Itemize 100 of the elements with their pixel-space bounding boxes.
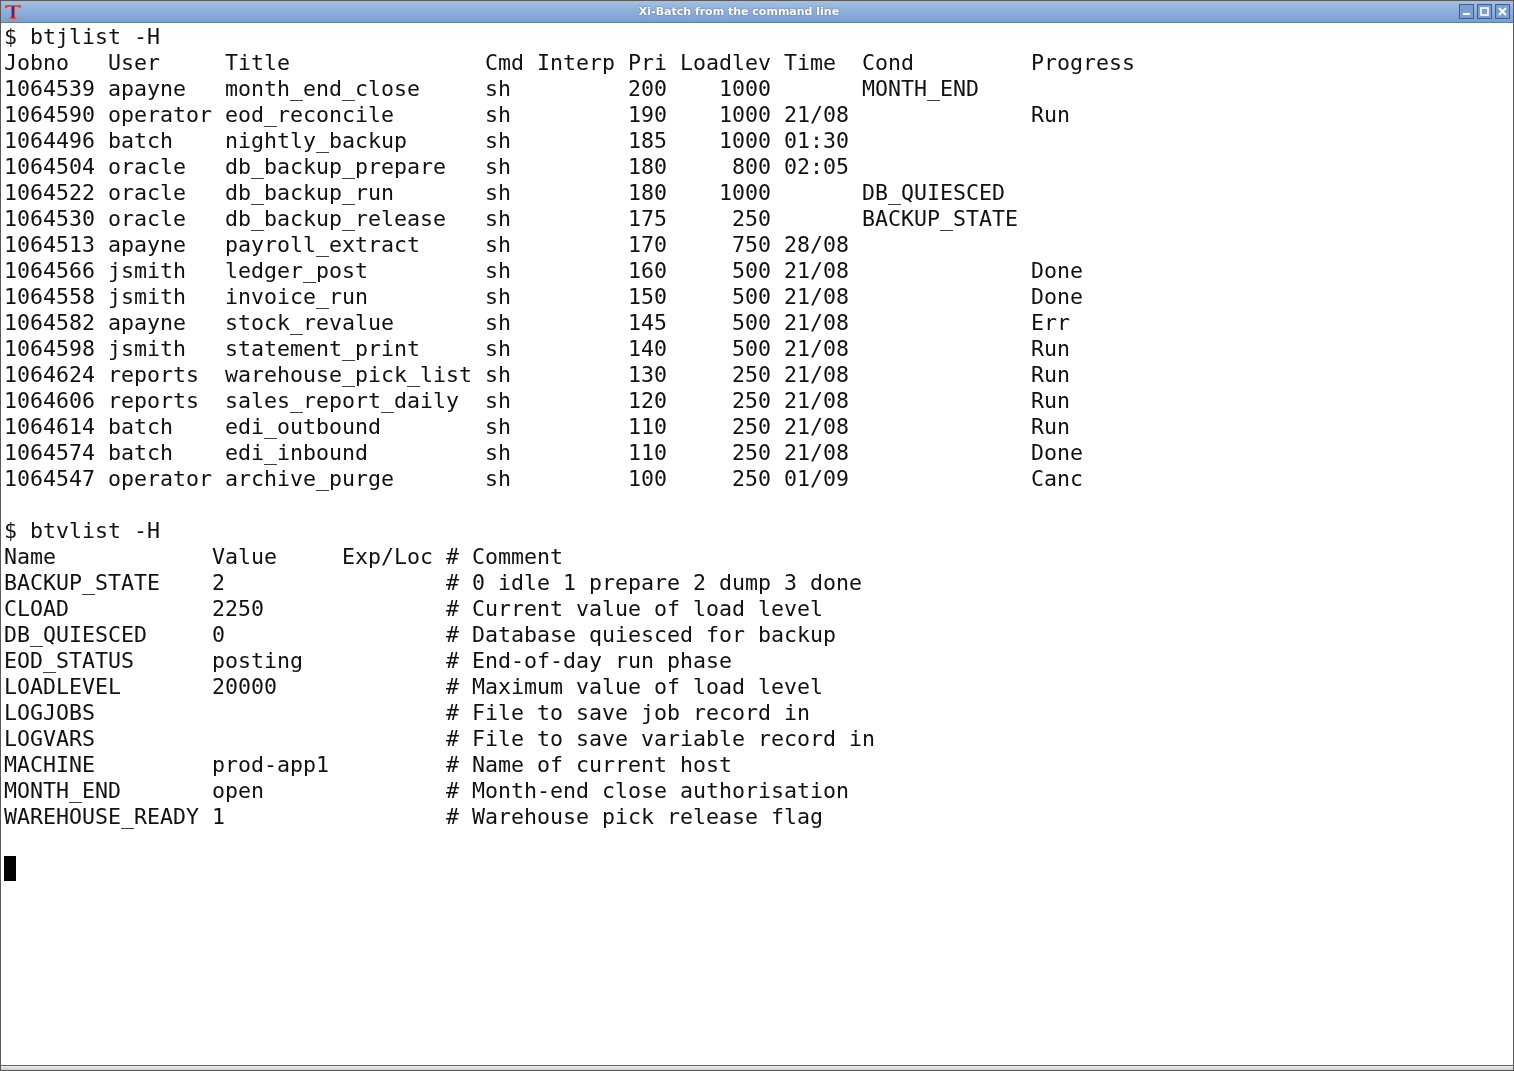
table-cell-text: nightly_backup [225,128,408,154]
table-cell-text: 250 [731,414,772,440]
column-header: Progress [1031,50,1135,76]
table-cell-text: sh [485,154,512,180]
table-cell-text: 250 [731,362,772,388]
table-cell-text: 1000 [718,128,772,154]
table-cell-text: sh [485,362,512,388]
table-cell-text: 140 [628,336,668,362]
table-cell: Run [1031,336,1070,362]
table-cell-text: sh [485,206,512,232]
table-cell-text: 1064598 [4,336,96,362]
table-cell-text: 180 [628,154,668,180]
table-cell-text: 20000 [212,674,278,700]
table-cell-text: 180 [628,180,668,206]
table-cell-text: sh [485,284,512,310]
table-cell-text: 21/08 [784,310,850,336]
table-cell: # Warehouse pick release flag [446,804,823,830]
table-cell-text: 750 [731,232,772,258]
table-cell-text: db_backup_prepare [225,154,447,180]
table-cell: Done [1031,440,1083,466]
text-cursor [4,856,16,881]
table-cell-text: 1064547 [4,466,96,492]
table-cell-text: 21/08 [784,362,850,388]
maximize-button[interactable] [1477,4,1492,19]
table-cell-text: posting [212,648,304,674]
table-cell: Run [1031,102,1070,128]
column-header: # Comment [446,544,563,570]
close-button[interactable] [1495,4,1510,19]
table-cell-text: sh [485,336,512,362]
table-cell-text: sales_report_daily [225,388,460,414]
table-cell-text: 01:30 [784,128,850,154]
table-cell: Err [1031,310,1070,336]
maximize-icon [1480,7,1489,16]
table-cell-text: open [212,778,265,804]
table-cell-text: 02:05 [784,154,850,180]
table-cell-text: 500 [731,336,772,362]
table-cell-text: 120 [628,388,668,414]
table-cell: # File to save variable record in [446,726,876,752]
table-cell: # Name of current host [446,752,732,778]
table-cell-text: apayne [108,232,187,258]
table-cell-text: sh [485,128,512,154]
table-cell-text: LOGJOBS [4,700,96,726]
table-cell-text: apayne [108,310,187,336]
table-cell-text: ledger_post [225,258,369,284]
command-line: $ btjlist -H [4,24,160,50]
table-cell-text: 800 [731,154,772,180]
table-cell-text: 200 [628,76,668,102]
table-cell-text: edi_outbound [225,414,382,440]
table-cell-text: EOD_STATUS [4,648,135,674]
table-cell-text: 1064582 [4,310,96,336]
table-cell-text: 1064496 [4,128,96,154]
table-cell-text: 500 [731,258,772,284]
app-logo-icon [4,3,22,20]
table-cell-text: month_end_close [225,76,421,102]
table-cell-text: 21/08 [784,258,850,284]
table-cell: # Database quiesced for backup [446,622,837,648]
table-cell-text: 21/08 [784,414,850,440]
table-cell: # Month-end close authorisation [446,778,850,804]
table-cell-text: prod-app1 [212,752,330,778]
table-cell-text: MONTH_END [862,76,980,102]
table-cell-text: 1064606 [4,388,96,414]
table-cell-text: sh [485,180,512,206]
table-cell-text: 190 [628,102,668,128]
table-cell-text: oracle [108,180,187,206]
table-cell-text: sh [485,76,512,102]
table-cell: Run [1031,388,1070,414]
table-cell-text: oracle [108,206,187,232]
table-cell-text: 1064513 [4,232,96,258]
table-cell-text: db_backup_run [225,180,395,206]
table-cell-text: 1000 [718,180,772,206]
table-cell-text: jsmith [108,258,187,284]
table-cell-text: 150 [628,284,668,310]
table-cell-text: BACKUP_STATE [4,570,161,596]
table-cell-text: 170 [628,232,668,258]
table-cell-text: 1064566 [4,258,96,284]
table-cell-text: 2 [212,570,226,596]
table-cell-text: invoice_run [225,284,369,310]
table-cell-text: 250 [731,466,772,492]
minimize-button[interactable] [1459,4,1474,19]
table-cell-text: 250 [731,206,772,232]
table-cell-text: apayne [108,76,187,102]
table-cell: Done [1031,258,1083,284]
table-cell-text: sh [485,102,512,128]
table-cell-text: archive_purge [225,466,395,492]
table-cell-text: batch [108,440,174,466]
table-cell-text: 21/08 [784,336,850,362]
table-cell-text: sh [485,466,512,492]
table-cell-text: 1 [212,804,226,830]
table-cell-text: statement_print [225,336,421,362]
column-header: Cmd [485,50,525,76]
table-cell-text: 175 [628,206,668,232]
table-cell-text: LOGVARS [4,726,96,752]
table-cell-text: reports [108,362,200,388]
command-line: $ btvlist -H [4,518,160,544]
table-cell-text: 1064504 [4,154,96,180]
table-cell-text: DB_QUIESCED [4,622,148,648]
table-cell: Run [1031,362,1070,388]
table-cell-text: sh [485,440,512,466]
column-header: Loadlev [680,50,772,76]
table-cell-text: batch [108,128,174,154]
